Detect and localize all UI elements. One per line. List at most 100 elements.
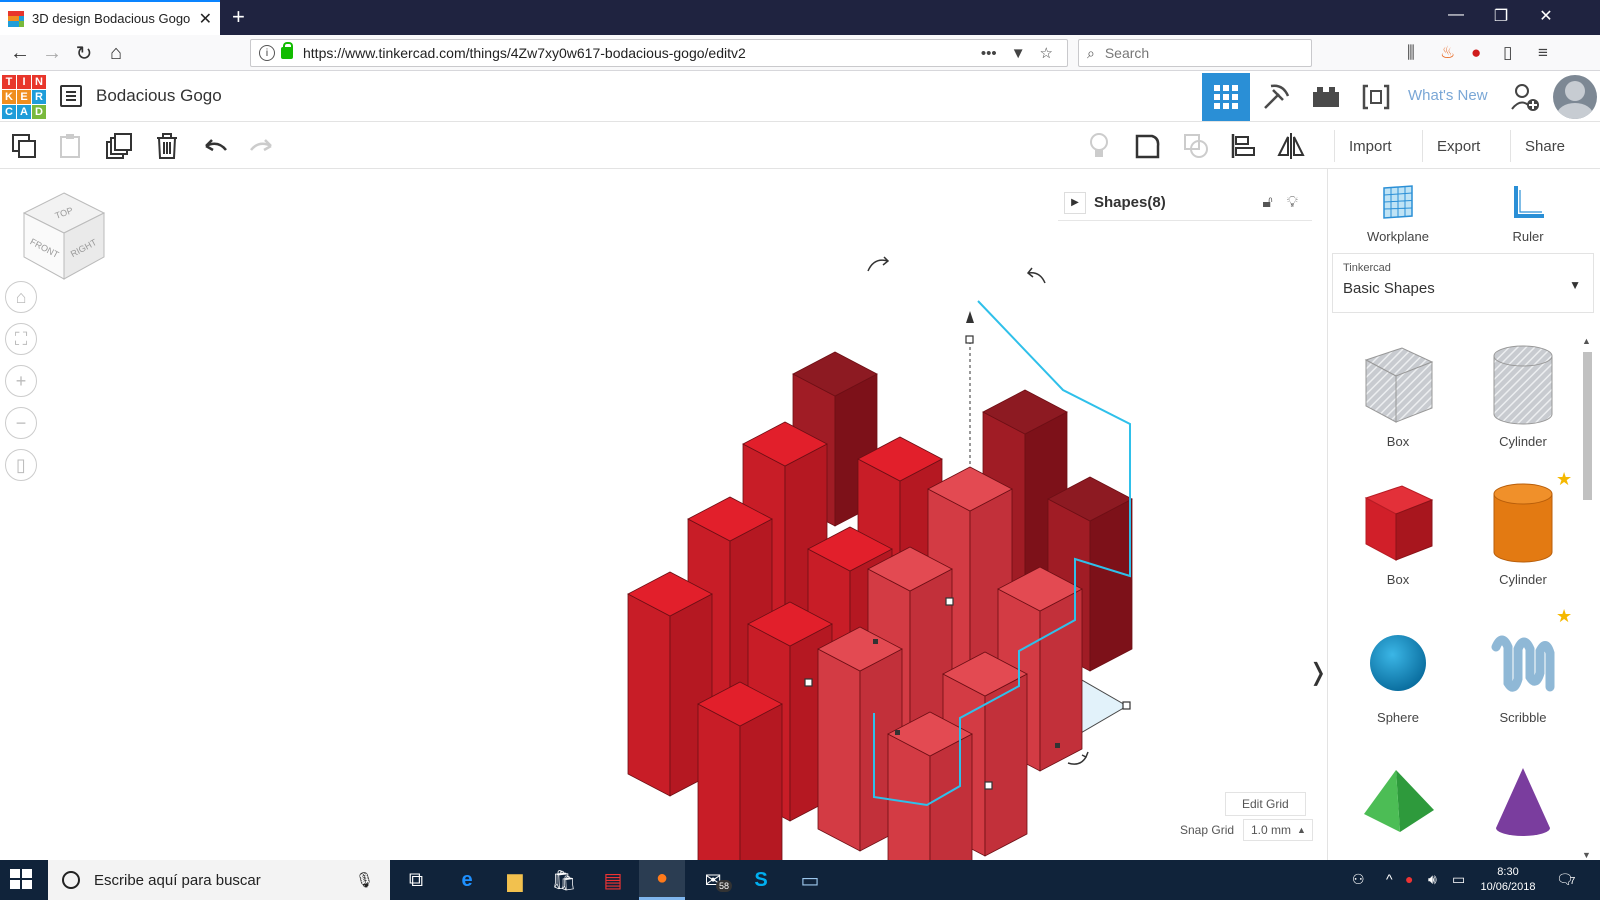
share-button[interactable]: Share xyxy=(1510,130,1579,162)
back-icon[interactable]: ← xyxy=(7,40,33,66)
design-name[interactable]: Bodacious Gogo xyxy=(96,86,222,106)
delete-trash-icon[interactable] xyxy=(152,131,182,161)
notes-lightbulb-icon[interactable] xyxy=(1084,131,1114,161)
3d-view-button[interactable] xyxy=(1202,73,1250,121)
windows-taskbar: Escribe aquí para buscar 🎙︎ ⧉ e ▆ 🛍︎ ▤ ●… xyxy=(0,860,1600,900)
task-view-icon[interactable]: ⧉ xyxy=(393,860,439,900)
collapse-panel-chevron-icon[interactable]: ❭ xyxy=(1308,649,1327,695)
column-left-face[interactable] xyxy=(627,593,671,797)
ruler-tool[interactable]: Ruler xyxy=(1478,181,1578,244)
action-center-icon[interactable]: 🗨︎7 xyxy=(1556,871,1575,888)
codeblocks-icon[interactable] xyxy=(1352,73,1400,121)
store-icon[interactable]: 🛍︎ xyxy=(541,860,587,900)
shape-label: Cylinder xyxy=(1499,572,1547,587)
snap-grid-label: Snap Grid xyxy=(1180,823,1235,837)
shape-scribble[interactable]: Scribble xyxy=(1473,615,1573,725)
shape-cylinder-hole[interactable]: Cylinder xyxy=(1473,339,1573,449)
3d-scene[interactable] xyxy=(0,169,1327,860)
mail-icon[interactable]: ✉ 58 xyxy=(690,860,736,900)
bookmark-star-icon[interactable]: ☆ xyxy=(1040,44,1053,62)
maximize-window-icon[interactable]: ❐ xyxy=(1486,6,1516,26)
taskbar-search-input[interactable]: Escribe aquí para buscar 🎙︎ xyxy=(48,860,390,900)
reload-icon[interactable]: ↻ xyxy=(71,40,97,66)
bricks-icon[interactable] xyxy=(1302,73,1350,121)
popcorn-app-icon[interactable]: ▤ xyxy=(590,860,636,900)
edge-browser-icon[interactable]: e xyxy=(444,860,490,900)
column-left-face[interactable] xyxy=(697,703,741,860)
gmail-tray-icon[interactable]: ● xyxy=(1405,871,1413,887)
microphone-icon[interactable]: 🎙︎ xyxy=(355,871,374,889)
workplane-tool[interactable]: Workplane xyxy=(1348,181,1448,244)
panel-scrollbar[interactable]: ▲ ▼ xyxy=(1580,336,1594,860)
align-icon[interactable] xyxy=(1228,131,1258,161)
forward-icon[interactable]: → xyxy=(39,40,65,66)
scroll-up-icon[interactable]: ▲ xyxy=(1582,336,1591,346)
column-right-face[interactable] xyxy=(739,703,783,860)
column-left-face[interactable] xyxy=(817,648,861,852)
tray-expand-icon[interactable]: ^ xyxy=(1386,871,1393,887)
new-tab-icon[interactable]: + xyxy=(232,4,245,30)
firefox-icon[interactable]: ● xyxy=(639,860,685,900)
library-icon[interactable]: ⫼ xyxy=(1407,43,1415,63)
taskbar-clock[interactable]: 8:30 10/06/2018 xyxy=(1473,865,1543,895)
windows-start-icon[interactable] xyxy=(10,869,34,891)
undo-icon[interactable] xyxy=(200,131,230,161)
import-button[interactable]: Import xyxy=(1334,130,1406,162)
shape-label: Scribble xyxy=(1499,710,1547,725)
shape-cylinder-solid[interactable]: Cylinder xyxy=(1473,477,1573,587)
workplane-canvas[interactable]: TOP FRONT RIGHT ⌂ ⛶ + − ▯ ▶ Shapes(8) 🔓︎… xyxy=(0,169,1327,860)
group-shape-icon[interactable] xyxy=(1133,131,1163,161)
browser-search-input[interactable]: ⌕ Search xyxy=(1078,39,1312,67)
pocket-icon[interactable]: ▼ xyxy=(1011,45,1026,62)
skype-icon[interactable]: S xyxy=(738,860,784,900)
design-list-icon[interactable] xyxy=(60,85,82,107)
gmail-extension-icon[interactable]: ● xyxy=(1471,43,1481,63)
shape-label: Box xyxy=(1386,434,1410,449)
user-avatar[interactable] xyxy=(1553,75,1597,119)
sidebar-icon[interactable]: ▯ xyxy=(1503,43,1512,63)
workplane-label: Workplane xyxy=(1367,229,1429,244)
snap-grid-select[interactable]: 1.0 mm ▲ xyxy=(1243,819,1313,841)
whats-new-link[interactable]: What's New xyxy=(1408,87,1488,104)
volume-icon[interactable]: 🔊︎ xyxy=(1428,871,1437,888)
copy-icon[interactable] xyxy=(9,131,39,161)
scrollbar-thumb[interactable] xyxy=(1583,352,1592,500)
export-button[interactable]: Export xyxy=(1422,130,1494,162)
logo-letter: E xyxy=(17,90,31,104)
page-actions-icon[interactable]: ••• xyxy=(981,45,997,62)
url-bar[interactable]: i https://www.tinkercad.com/things/4Zw7x… xyxy=(250,39,1068,67)
network-icon[interactable]: ▭ xyxy=(1452,871,1465,888)
scroll-down-icon[interactable]: ▼ xyxy=(1582,850,1591,860)
mirror-icon[interactable] xyxy=(1276,131,1306,161)
shape-label: Sphere xyxy=(1377,710,1419,725)
site-info-icon[interactable]: i xyxy=(259,45,275,61)
shape-sphere[interactable]: Sphere xyxy=(1348,615,1448,725)
edit-grid-button[interactable]: Edit Grid xyxy=(1225,792,1306,816)
shape-box-solid[interactable]: Box xyxy=(1348,477,1448,587)
add-user-icon[interactable] xyxy=(1510,82,1540,119)
close-window-icon[interactable]: ✕ xyxy=(1531,6,1561,26)
paste-icon[interactable] xyxy=(56,131,86,161)
clock-time: 8:30 xyxy=(1497,866,1519,878)
url-text[interactable]: https://www.tinkercad.com/things/4Zw7xy0… xyxy=(303,45,981,61)
browser-menu-icon[interactable]: ≡ xyxy=(1538,43,1548,63)
tinkercad-logo[interactable]: T I N K E R C A D xyxy=(2,75,46,119)
home-icon[interactable]: ⌂ xyxy=(103,40,129,66)
column-right-face[interactable] xyxy=(1089,498,1133,672)
shape-cone[interactable] xyxy=(1473,754,1573,849)
redo-icon[interactable] xyxy=(247,131,277,161)
close-tab-icon[interactable]: ✕ xyxy=(199,9,212,29)
file-explorer-icon[interactable]: ▆ xyxy=(492,860,538,900)
shape-box-hole[interactable]: Box xyxy=(1348,339,1448,449)
extension-fire-icon[interactable]: ♨ xyxy=(1440,43,1455,63)
ungroup-icon[interactable] xyxy=(1181,131,1211,161)
minimize-window-icon[interactable]: — xyxy=(1441,6,1471,24)
browser-tab[interactable]: 3D design Bodacious Gogo | Ti ✕ xyxy=(0,0,220,35)
photos-icon[interactable]: ▭ xyxy=(787,860,833,900)
shape-category-select[interactable]: Tinkercad Basic Shapes ▼ xyxy=(1332,253,1594,313)
people-icon[interactable]: ⚇ xyxy=(1352,871,1365,888)
blocks-pickaxe-icon[interactable] xyxy=(1252,73,1300,121)
duplicate-icon[interactable] xyxy=(104,131,134,161)
shape-roof[interactable] xyxy=(1348,754,1448,849)
taskbar-search-placeholder: Escribe aquí para buscar xyxy=(94,871,261,889)
